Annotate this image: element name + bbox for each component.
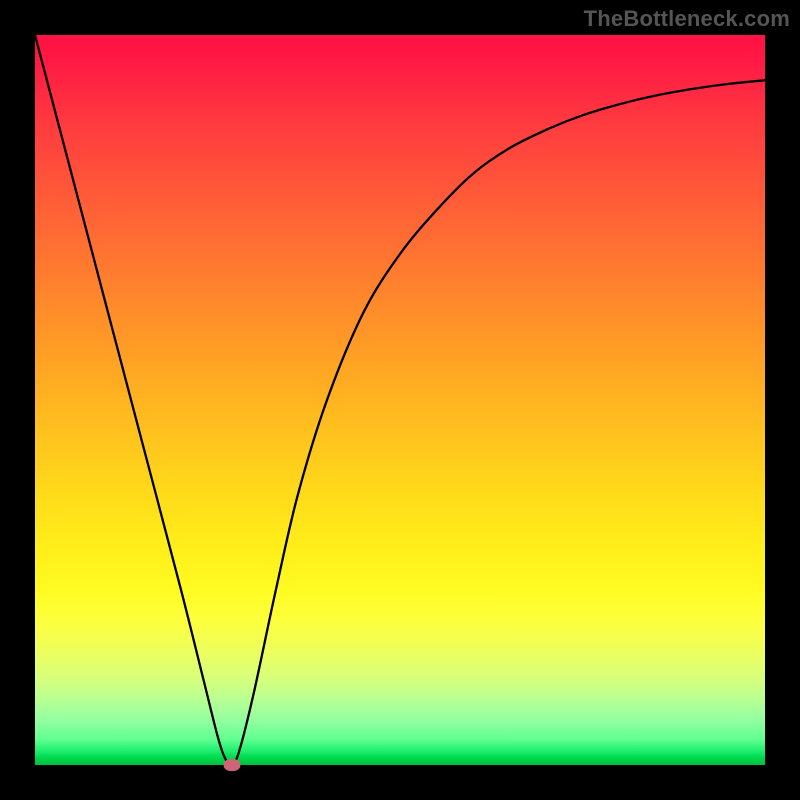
- bottleneck-curve: [35, 35, 765, 765]
- plot-area: [35, 35, 765, 765]
- watermark-text: TheBottleneck.com: [584, 6, 790, 32]
- chart-frame: TheBottleneck.com: [0, 0, 800, 800]
- minimum-marker: [224, 759, 241, 771]
- curve-path: [35, 35, 765, 765]
